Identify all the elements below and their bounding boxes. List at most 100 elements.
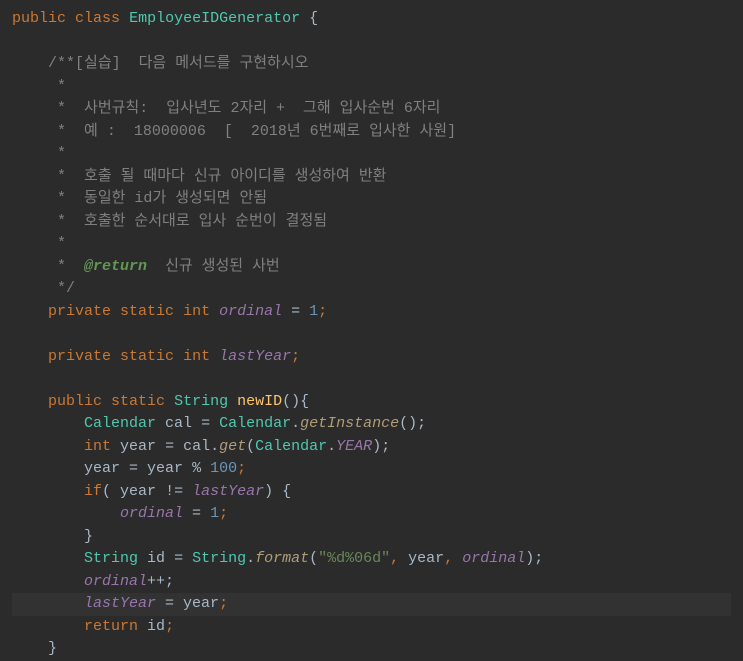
comment-text: 호출 될 때마다 신규 아이디를 생성하여 반환 [66,168,386,185]
semicolon: ; [291,348,300,365]
field-ordinal: ordinal [462,550,525,567]
comment-star: * [48,213,66,230]
paren-open: ( [102,483,120,500]
code-line: * 예 : 18000006 [ 2018년 6번째로 입사한 사원] [12,121,731,144]
string-literal: "%d%06d" [318,550,390,567]
keyword-static: static [111,393,165,410]
code-line: * 동일한 id가 생성되면 안됨 [12,188,731,211]
operator: = [156,438,183,455]
parens: (){ [282,393,309,410]
paren-close: ) { [264,483,291,500]
code-line: if( year != lastYear) { [12,481,731,504]
comment-star: * [48,100,66,117]
var-cal: cal [183,438,210,455]
doc-tag-return: @return [84,258,147,275]
var-year: year [183,595,219,612]
code-line: /**[실습] 다음 메서드를 구현하시오 [12,53,731,76]
code-line: private static int ordinal = 1; [12,301,731,324]
parens: (); [399,415,426,432]
code-line: } [12,526,731,549]
type-string: String [192,550,246,567]
field-lastyear: lastYear [84,595,156,612]
keyword-int: int [183,348,210,365]
method-name: newID [237,393,282,410]
operator: = [156,595,183,612]
comment-text: [실습] 다음 메서드를 구현하시오 [75,55,308,72]
var-id: id [147,550,165,567]
paren-open: ( [309,550,318,567]
doc-open: /** [48,55,75,72]
operator: != [156,483,192,500]
class-name: EmployeeIDGenerator [129,10,300,27]
comment-text: 호출한 순서대로 입사 순번이 결정됨 [66,213,327,230]
method-call: getInstance [300,415,399,432]
code-line: Calendar cal = Calendar.getInstance(); [12,413,731,436]
semicolon: ; [219,505,228,522]
dot: . [291,415,300,432]
type-string: String [174,393,228,410]
keyword-public: public [48,393,102,410]
operator: % [183,460,210,477]
operator: ++; [147,573,174,590]
comment-text: 예 : 18000006 [ 2018년 6번째로 입사한 사원] [66,123,456,140]
operator: = [192,415,219,432]
keyword-private: private [48,303,111,320]
var-id: id [147,618,165,635]
doc-close: */ [48,280,75,297]
code-line: int year = cal.get(Calendar.YEAR); [12,436,731,459]
semicolon: ; [237,460,246,477]
operator: = [120,460,147,477]
code-line: * 호출한 순서대로 입사 순번이 결정됨 [12,211,731,234]
comment-star: * [48,78,66,95]
dot: . [327,438,336,455]
code-line: public class EmployeeIDGenerator { [12,8,731,31]
keyword-if: if [84,483,102,500]
keyword-public: public [12,10,66,27]
field-ordinal: ordinal [219,303,282,320]
comment-text: 신규 생성된 사번 [147,258,280,275]
field-ordinal: ordinal [120,505,183,522]
brace: { [309,10,318,27]
comment-star: * [48,123,66,140]
code-line [12,368,731,391]
field-year: YEAR [336,438,372,455]
dot: . [210,438,219,455]
code-line: * 호출 될 때마다 신규 아이디를 생성하여 반환 [12,166,731,189]
brace: } [48,640,57,657]
number-literal: 1 [210,505,219,522]
method-call: format [255,550,309,567]
semicolon: ; [318,303,327,320]
comma: , [390,550,408,567]
comment-star: * [48,190,66,207]
type-string: String [84,550,138,567]
code-line: * @return 신규 생성된 사번 [12,256,731,279]
code-editor: public class EmployeeIDGenerator { /**[실… [12,8,731,661]
paren-close: ); [525,550,543,567]
paren-open: ( [246,438,255,455]
dot: . [246,550,255,567]
var-year: year [147,460,183,477]
paren-close: ); [372,438,390,455]
keyword-int: int [183,303,210,320]
comment-text: 동일한 id가 생성되면 안됨 [66,190,267,207]
code-line: private static int lastYear; [12,346,731,369]
comment-star: * [48,145,66,162]
brace: } [84,528,93,545]
comment-star: * [48,168,66,185]
code-line: String id = String.format("%d%06d", year… [12,548,731,571]
code-line: ordinal = 1; [12,503,731,526]
var-year: year [120,483,156,500]
code-line: ordinal++; [12,571,731,594]
var-year: year [84,460,120,477]
type-calendar: Calendar [84,415,156,432]
code-line: public static String newID(){ [12,391,731,414]
code-line: */ [12,278,731,301]
semicolon: ; [165,618,174,635]
code-line-highlighted: lastYear = year; [12,593,731,616]
code-line: * 사번규칙: 입사년도 2자리 + 그해 입사순번 6자리 [12,98,731,121]
code-line: * [12,233,731,256]
keyword-private: private [48,348,111,365]
keyword-static: static [120,303,174,320]
number-literal: 100 [210,460,237,477]
operator: = [282,303,309,320]
